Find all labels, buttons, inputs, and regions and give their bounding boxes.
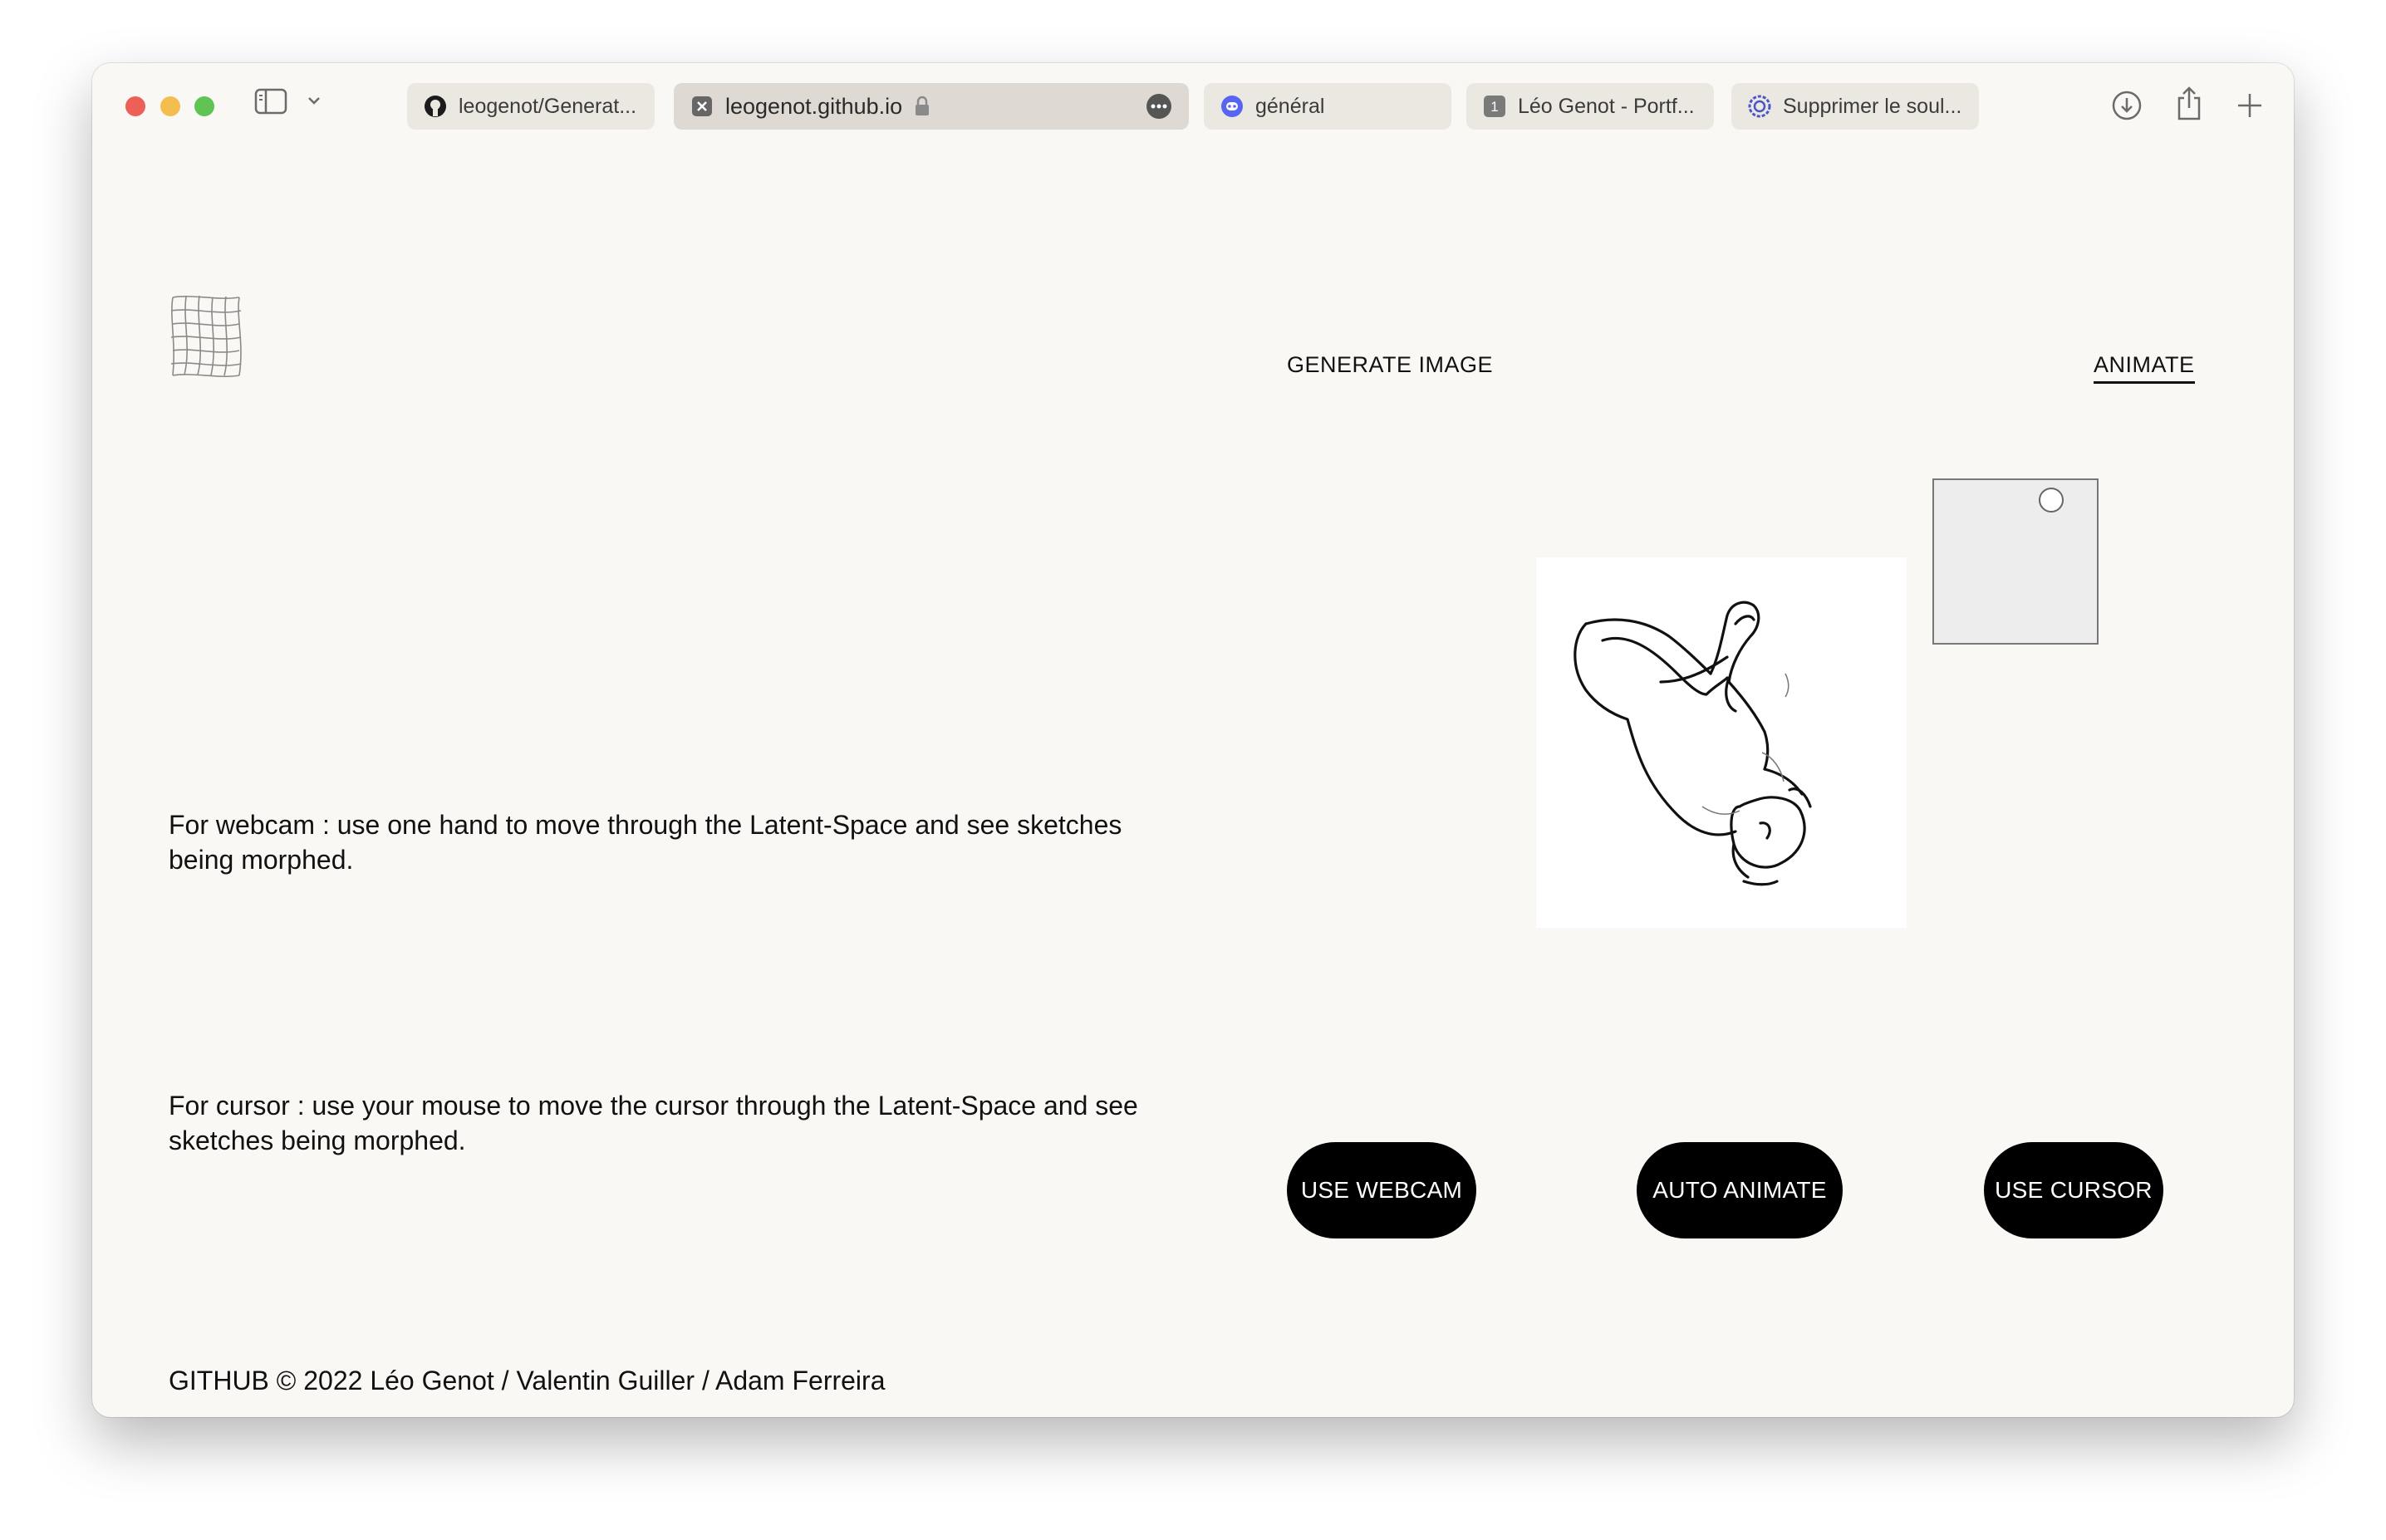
tab-discord-general[interactable]: général: [1204, 83, 1451, 130]
tab-label: leogenot/Generat...: [459, 94, 637, 118]
lock-icon: [914, 96, 930, 117]
nav-animate[interactable]: ANIMATE: [2094, 352, 2195, 384]
cursor-instructions: For cursor : use your mouse to move the …: [169, 1091, 1138, 1155]
sidebar-icon[interactable]: [254, 88, 287, 115]
download-icon[interactable]: [2111, 90, 2143, 121]
browser-window: leogenot/Generat... leogenot.github.io g…: [92, 63, 2294, 1417]
number-badge-icon: 1: [1483, 95, 1506, 118]
zoom-window-button[interactable]: [194, 96, 214, 116]
webcam-instructions: For webcam : use one hand to move throug…: [169, 810, 1122, 875]
tab-label: général: [1255, 94, 1325, 118]
github-icon: [424, 95, 447, 118]
tab-label: Supprimer le soul...: [1783, 94, 1962, 118]
auto-animate-button[interactable]: AUTO ANIMATE: [1637, 1142, 1843, 1238]
logo-grid-icon[interactable]: [168, 292, 244, 383]
plus-icon[interactable]: [2236, 91, 2264, 120]
use-webcam-button[interactable]: USE WEBCAM: [1287, 1142, 1476, 1238]
svg-text:1: 1: [1490, 99, 1498, 115]
latent-space-pad[interactable]: [1932, 478, 2099, 645]
tab-github-repo[interactable]: leogenot/Generat...: [407, 83, 655, 130]
nav-generate-image[interactable]: GENERATE IMAGE: [1287, 352, 1493, 378]
tab-leo-genot-portfolio[interactable]: 1 Léo Genot - Portf...: [1466, 83, 1714, 130]
title-bar: leogenot/Generat... leogenot.github.io g…: [92, 63, 2294, 150]
tab-label: leogenot.github.io: [725, 93, 903, 119]
morphed-sketch-image: [1536, 557, 1907, 928]
tab-leogenot-github-io[interactable]: leogenot.github.io: [674, 83, 1189, 130]
close-window-button[interactable]: [125, 96, 145, 116]
more-options-icon[interactable]: [1146, 93, 1172, 120]
page-content: GENERATE IMAGE ANIMATE For webcam : use …: [92, 150, 2294, 1417]
chevron-down-icon[interactable]: [307, 95, 322, 106]
tab-supprimer[interactable]: Supprimer le soul...: [1731, 83, 1979, 130]
discord-icon: [1220, 95, 1244, 118]
gear-badge-icon: [1748, 95, 1771, 118]
use-cursor-button[interactable]: USE CURSOR: [1984, 1142, 2163, 1238]
close-tab-icon[interactable]: [690, 95, 714, 118]
minimize-window-button[interactable]: [160, 96, 180, 116]
latent-cursor-handle[interactable]: [2039, 488, 2064, 513]
tab-label: Léo Genot - Portf...: [1518, 94, 1695, 118]
share-icon[interactable]: [2174, 85, 2204, 121]
footer-credits[interactable]: GITHUB © 2022 Léo Genot / Valentin Guill…: [169, 1366, 885, 1396]
